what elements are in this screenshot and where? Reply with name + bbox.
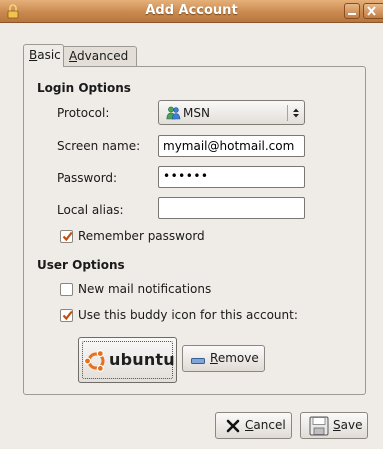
buddy-icon-label[interactable]: Use this buddy icon for this account:	[78, 308, 298, 322]
up-down-arrows-icon	[292, 107, 300, 122]
tab-basic[interactable]: Basic	[23, 44, 64, 67]
ubuntu-logo-icon	[83, 349, 108, 376]
remember-password-checkbox[interactable]	[60, 230, 73, 243]
remember-password-label[interactable]: Remember password	[78, 229, 205, 243]
remove-label: emove	[217, 351, 259, 365]
new-mail-notifications-label[interactable]: New mail notifications	[78, 282, 211, 296]
cancel-x-icon	[226, 419, 240, 436]
close-button[interactable]	[363, 3, 383, 19]
checkmark-icon	[62, 310, 73, 321]
remove-icon	[191, 354, 205, 368]
minimize-button[interactable]	[344, 3, 360, 19]
protocol-label: Protocol:	[57, 106, 110, 120]
password-label: Password:	[57, 171, 118, 185]
screen-name-input[interactable]	[158, 135, 305, 157]
select-separator	[287, 105, 288, 121]
tab-advanced-mnemonic: A	[69, 49, 77, 63]
save-label: ave	[340, 418, 363, 432]
local-alias-input[interactable]	[158, 197, 305, 219]
login-options-heading: Login Options	[37, 81, 131, 95]
remove-mnemonic: R	[210, 351, 218, 365]
remove-button[interactable]: Remove	[182, 345, 265, 372]
buddy-icon-checkbox[interactable]	[60, 309, 73, 322]
cancel-label: ancel	[253, 418, 286, 432]
save-mnemonic: S	[333, 418, 341, 432]
minimize-icon	[348, 13, 356, 15]
tab-basic-mnemonic: B	[29, 48, 38, 62]
checkmark-icon	[62, 231, 73, 242]
floppy-save-icon	[309, 416, 329, 439]
msn-buddy-icon	[166, 106, 181, 123]
screen-name-label: Screen name:	[57, 139, 141, 153]
window-title: Add Account	[145, 3, 238, 18]
cancel-button[interactable]: Cancel	[215, 412, 292, 439]
close-icon	[367, 6, 376, 16]
save-button[interactable]: Save	[300, 412, 368, 439]
user-options-heading: User Options	[37, 258, 125, 272]
tab-advanced[interactable]: Advanced	[64, 46, 137, 66]
protocol-value: MSN	[183, 106, 210, 120]
tab-advanced-label: dvanced	[77, 49, 129, 63]
title-bar[interactable]: Add Account	[0, 0, 383, 23]
protocol-select[interactable]: MSN	[158, 100, 305, 125]
new-mail-notifications-checkbox[interactable]	[60, 283, 73, 296]
buddy-icon-button[interactable]: ubuntu	[78, 337, 177, 383]
password-input[interactable]: ••••••	[158, 166, 305, 188]
local-alias-label: Local alias:	[57, 203, 124, 217]
tab-basic-label: asic	[37, 48, 61, 62]
buddy-icon-text: ubuntu	[109, 350, 175, 369]
